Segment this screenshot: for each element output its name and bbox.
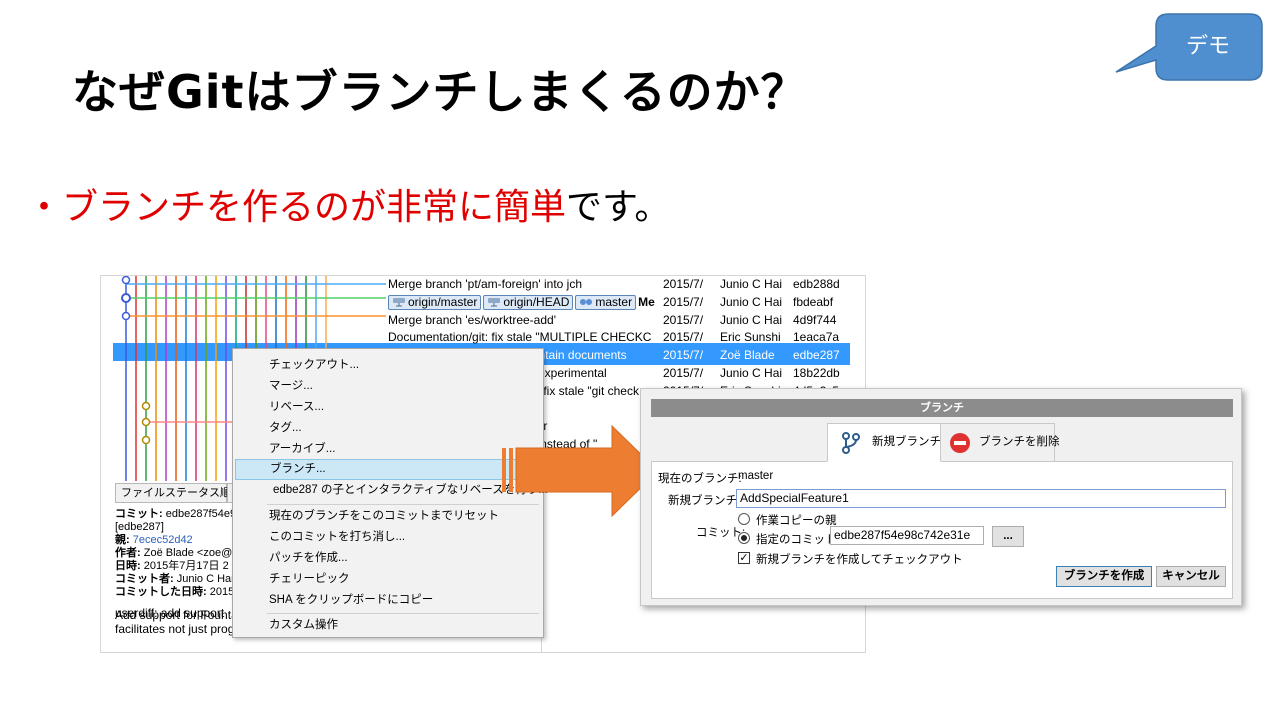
- file-status-label: ファイルステータス順: [121, 487, 231, 499]
- menu-item-tag[interactable]: タグ...: [235, 418, 541, 439]
- menu-item-archive[interactable]: アーカイブ...: [235, 439, 541, 460]
- commit-message: Documentation/git: fix stale "MULTIPLE C…: [388, 330, 652, 345]
- commit-message: e: fix stale "git check: [530, 383, 639, 398]
- menu-separator: [267, 613, 539, 614]
- committer-label: コミット者:: [115, 573, 174, 585]
- commit-author: Junio C Hai: [720, 277, 783, 291]
- menu-separator: [267, 504, 539, 505]
- commit-message: Me: [638, 294, 655, 309]
- author-value: Zoë Blade <zoe@: [143, 547, 233, 559]
- file-status-sort-dropdown[interactable]: ファイルステータス順 ⌄: [115, 483, 243, 503]
- menu-item-interactive-rebase[interactable]: edbe287 の子とインタラクティブなリベースを行う...: [235, 480, 548, 501]
- demo-callout-label: デモ: [1185, 34, 1230, 59]
- dialog-title: ブランチ: [651, 399, 1233, 417]
- date-value: 2015年7月17日 2: [143, 560, 229, 572]
- menu-item-checkout[interactable]: チェックアウト...: [235, 355, 541, 376]
- bullet-highlight: ブランチを作るのが非常に簡単: [62, 187, 567, 228]
- commit-short: [edbe287]: [115, 521, 164, 533]
- commit-row[interactable]: Merge branch 'pt/am-foreign' into jch 20…: [384, 276, 850, 294]
- commit-context-menu: チェックアウト... マージ... リベース... タグ... アーカイブ...…: [232, 348, 548, 638]
- ref-tag-label: origin/master: [408, 294, 478, 309]
- tab-new-branch[interactable]: 新規ブランチ: [827, 423, 941, 462]
- commit-author: Eric Sunshi: [720, 330, 781, 345]
- commit-hash: 1eaca7a: [793, 330, 840, 345]
- commit-date: 2015/7/: [663, 312, 704, 327]
- working-copy-parent-label: 作業コピーの親: [756, 515, 837, 527]
- commit-message: Merge branch 'es/worktree-add': [388, 312, 556, 327]
- commit-message: er: [530, 401, 656, 419]
- menu-item-branch[interactable]: ブランチ...: [235, 459, 541, 480]
- commit-author: Junio C Hai: [720, 312, 783, 327]
- slide-title: なぜGitはブランチしまくるのか？: [72, 65, 808, 119]
- specified-commit-input[interactable]: edbe287f54e98c742e31e: [830, 526, 984, 545]
- date-label: 日時:: [115, 560, 141, 572]
- menu-item-create-patch[interactable]: パッチを作成...: [235, 548, 541, 569]
- commit-row[interactable]: Documentation/git: fix stale "MULTIPLE C…: [384, 329, 850, 347]
- browse-commit-button[interactable]: ...: [992, 526, 1024, 547]
- delete-icon: [950, 433, 970, 453]
- new-branch-label: 新規ブランチ:: [668, 495, 741, 507]
- commit-hash: edb288d: [793, 277, 840, 291]
- menu-item-reset[interactable]: 現在のブランチをこのコミットまでリセット: [235, 506, 541, 527]
- author-label: 作者:: [115, 547, 141, 559]
- commit-hash: 18b22db: [793, 365, 840, 380]
- commit-hash: edbe287: [793, 348, 840, 363]
- specified-commit-label: 指定のコミット:: [756, 534, 840, 546]
- ref-tag-label: master: [595, 294, 633, 309]
- commit-message: Merge branch 'pt/am-foreign' into jch: [388, 277, 583, 291]
- menu-item-cherry-pick[interactable]: チェリーピック: [235, 569, 541, 590]
- commit-row[interactable]: origin/master origin/HEAD master Me 2015/7/…: [384, 294, 850, 312]
- commit-hash: 4d9f744: [793, 312, 837, 327]
- new-branch-icon: [842, 432, 860, 454]
- commit-value: edbe287f54e98: [165, 508, 243, 520]
- commit-label: コミット:: [115, 508, 163, 520]
- new-branch-name-input[interactable]: AddSpecialFeature1: [736, 489, 1226, 508]
- local-branch-icon: [580, 298, 593, 305]
- commit-date: 2015/7/: [663, 330, 704, 345]
- commit-message-with-refs: origin/master origin/HEAD master Me: [388, 294, 656, 312]
- menu-item-merge[interactable]: マージ...: [235, 376, 541, 397]
- tab-new-branch-label: 新規ブランチ: [872, 436, 941, 448]
- bullet-rest: です。: [566, 187, 671, 228]
- working-copy-parent-radio[interactable]: [738, 513, 750, 525]
- ref-tag-origin-master: origin/master: [388, 294, 482, 310]
- checkout-label: 新規ブランチを作成してチェックアウト: [756, 554, 963, 566]
- remote-branch-icon: [488, 297, 501, 307]
- parent-link[interactable]: 7ecec52d42: [133, 534, 193, 546]
- tab-delete-branch-label: ブランチを削除: [979, 436, 1060, 448]
- specified-commit-radio[interactable]: [738, 532, 750, 544]
- cancel-button[interactable]: キャンセル: [1156, 566, 1226, 587]
- ref-tag-origin-head: origin/HEAD: [483, 294, 574, 310]
- ref-tag-label: origin/HEAD: [503, 294, 570, 309]
- tab-delete-branch[interactable]: ブランチを削除: [940, 423, 1060, 462]
- menu-item-rebase[interactable]: リベース...: [235, 397, 541, 418]
- current-branch-label: 現在のブランチ:: [658, 473, 742, 485]
- dialog-body: 現在のブランチ: master 新規ブランチ: AddSpecialFeatur…: [651, 461, 1233, 599]
- checkout-checkbox[interactable]: ✓: [738, 552, 750, 564]
- menu-item-revert[interactable]: このコミットを打ち消し...: [235, 527, 541, 548]
- bullet-marker: ・: [26, 187, 63, 228]
- commit-author: Zoë Blade: [720, 348, 775, 363]
- commit-date-label: コミットした日時:: [115, 586, 207, 598]
- menu-item-copy-sha[interactable]: SHA をクリップボードにコピー: [235, 590, 541, 611]
- commit-date: 2015/7/: [663, 348, 704, 363]
- commit-row[interactable]: Merge branch 'es/worktree-add' 2015/7/ J…: [384, 312, 850, 330]
- parent-label: 親:: [115, 534, 130, 546]
- commit-date: 2015/7/: [663, 277, 704, 291]
- bullet-point: ・ブランチを作るのが非常に簡単です。: [26, 178, 670, 230]
- orange-arrow-shape: [502, 424, 659, 518]
- remote-branch-icon: [393, 297, 405, 307]
- menu-item-custom-actions[interactable]: カスタム操作: [235, 615, 541, 636]
- commit-date: 2015/7/: [663, 294, 704, 309]
- current-branch-value: master: [738, 470, 774, 482]
- commit-author: Junio C Hai: [720, 294, 783, 309]
- commit-hash: fbdeabf: [793, 294, 834, 309]
- branch-dialog: ブランチ 新規ブランチ ブランチを削除 現在のブランチ: master 新規ブラ…: [640, 388, 1242, 606]
- ref-tag-master: master: [575, 294, 637, 310]
- commit-details: コミット: edbe287f54e98 [edbe287] 親: 7ecec52…: [115, 508, 245, 620]
- create-branch-button[interactable]: ブランチを作成: [1056, 566, 1152, 587]
- commit-author: Junio C Hai: [720, 365, 783, 380]
- commit-date: 2015/7/: [663, 365, 704, 380]
